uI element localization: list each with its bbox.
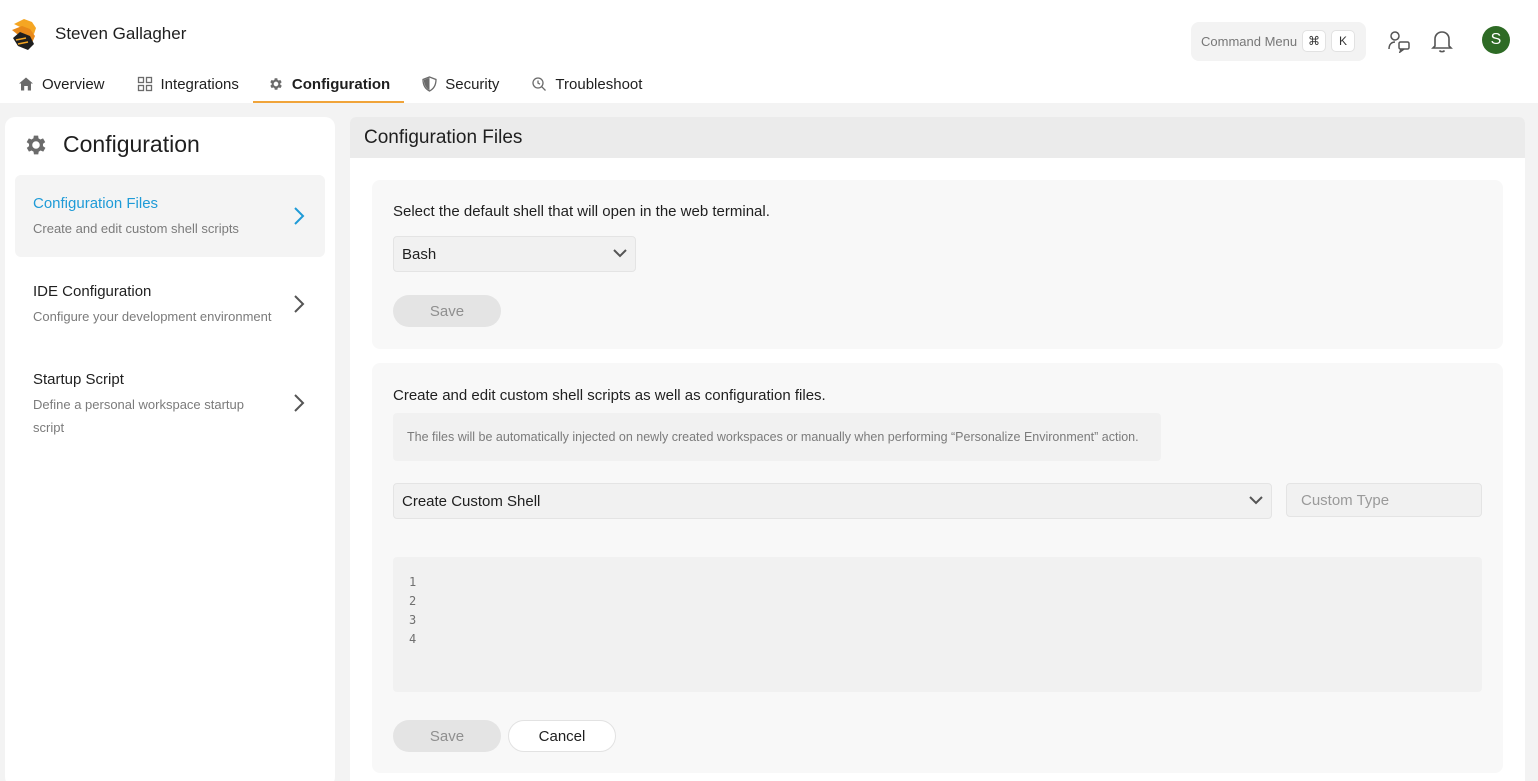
- file-type-select[interactable]: Create Custom Shell: [393, 483, 1272, 519]
- avatar[interactable]: S: [1482, 26, 1510, 54]
- line-number: 2: [409, 594, 417, 608]
- tab-configuration[interactable]: Configuration: [252, 66, 405, 103]
- sidebar-item-startup-script[interactable]: Startup Script Define a personal workspa…: [15, 351, 325, 451]
- support-chat-icon[interactable]: [1386, 28, 1412, 54]
- tab-label: Configuration: [291, 75, 391, 93]
- line-number: 3: [409, 613, 417, 627]
- sidebar-header: Configuration: [23, 131, 200, 158]
- tab-overview[interactable]: Overview: [0, 66, 119, 102]
- code-editor[interactable]: 1 2 3 4: [393, 557, 1482, 692]
- sidebar-item-title: Startup Script: [33, 371, 124, 388]
- workspace-user-name: Steven Gallagher: [55, 24, 187, 43]
- chevron-right-icon: [294, 207, 305, 225]
- tab-label: Security: [445, 75, 500, 93]
- info-note: The files will be automatically injected…: [393, 413, 1161, 461]
- shell-select[interactable]: Bash: [393, 236, 636, 272]
- settings-sidebar: Configuration Configuration Files Create…: [5, 117, 335, 781]
- sidebar-item-description: Configure your development environment: [33, 309, 272, 324]
- chevron-right-icon: [294, 295, 305, 313]
- line-number: 1: [409, 575, 417, 589]
- home-icon: [19, 77, 33, 91]
- sidebar-item-description: Create and edit custom shell scripts: [33, 221, 239, 236]
- chevron-right-icon: [294, 394, 305, 412]
- tab-troubleshoot[interactable]: Troubleshoot: [513, 66, 656, 102]
- custom-scripts-card: Create and edit custom shell scripts as …: [372, 363, 1503, 773]
- sidebar-item-ide-configuration[interactable]: IDE Configuration Configure your develop…: [15, 263, 325, 345]
- bell-icon[interactable]: [1429, 28, 1455, 54]
- gear-icon: [26, 135, 46, 154]
- sidebar-title: Configuration: [63, 131, 200, 157]
- default-shell-card: Select the default shell that will open …: [372, 180, 1503, 349]
- tab-label: Troubleshoot: [555, 75, 643, 93]
- custom-type-input[interactable]: [1286, 483, 1482, 517]
- command-menu-label: Command Menu: [1201, 34, 1298, 49]
- sidebar-item-title: IDE Configuration: [33, 283, 152, 300]
- shell-prompt: Select the default shell that will open …: [393, 203, 770, 220]
- command-key: ⌘: [1302, 30, 1326, 52]
- shell-select-value: Bash: [402, 245, 437, 263]
- tab-label: Overview: [42, 75, 105, 93]
- save-shell-button[interactable]: Save: [393, 295, 501, 327]
- tab-integrations[interactable]: Integrations: [119, 66, 253, 102]
- save-script-button[interactable]: Save: [393, 720, 501, 752]
- chevron-down-icon: [1249, 496, 1263, 505]
- scripts-prompt: Create and edit custom shell scripts as …: [393, 387, 826, 404]
- sidebar-item-configuration-files[interactable]: Configuration Files Create and edit cust…: [15, 175, 325, 257]
- file-type-select-value: Create Custom Shell: [402, 492, 541, 510]
- shield-icon: [422, 76, 437, 92]
- troubleshoot-icon: [532, 77, 547, 91]
- grid-icon: [137, 76, 152, 92]
- tab-label: Integrations: [160, 75, 239, 93]
- logo-icon[interactable]: [10, 16, 40, 52]
- k-key: K: [1331, 30, 1355, 52]
- sidebar-item-title: Configuration Files: [33, 195, 159, 212]
- cancel-button[interactable]: Cancel: [508, 720, 616, 752]
- page-title: Configuration Files: [350, 117, 1525, 158]
- top-header: Steven Gallagher Command Menu ⌘ K S Over…: [0, 0, 1538, 103]
- main-nav: Overview Integrations Configuration Secu…: [0, 66, 656, 103]
- tab-security[interactable]: Security: [404, 66, 513, 102]
- main-panel: Configuration Files Select the default s…: [350, 117, 1525, 781]
- chevron-down-icon: [613, 249, 627, 258]
- line-number: 4: [409, 632, 417, 646]
- command-menu-button[interactable]: Command Menu ⌘ K: [1191, 22, 1366, 61]
- gear-icon: [270, 78, 282, 90]
- sidebar-item-description: Define a personal workspace startup scri…: [33, 397, 245, 435]
